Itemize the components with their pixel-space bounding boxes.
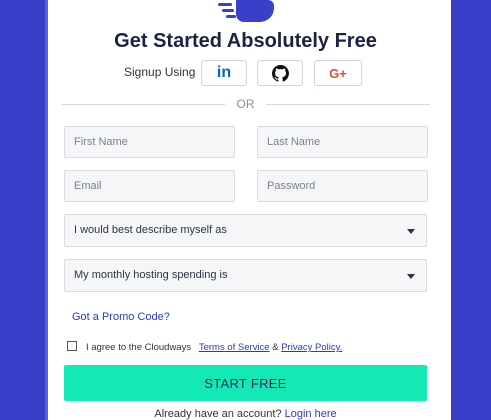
first-name-input[interactable] <box>64 126 235 158</box>
start-free-button[interactable]: START FREE <box>64 365 427 401</box>
linkedin-icon: in <box>216 64 232 81</box>
privacy-policy-link[interactable]: Privacy Policy. <box>281 342 342 353</box>
describe-yourself-value: I would best describe myself as <box>74 224 227 236</box>
google-plus-signup-button[interactable]: G+ <box>314 60 362 86</box>
google-plus-icon: G+ <box>329 65 347 81</box>
github-signup-button[interactable] <box>257 60 303 86</box>
terms-agreement-row: I agree to the Cloudways Terms of Servic… <box>67 341 342 353</box>
hosting-spending-select[interactable]: My monthly hosting spending is <box>64 259 427 292</box>
login-link[interactable]: Login here <box>285 408 337 420</box>
cloud-logo-icon <box>218 0 274 22</box>
describe-yourself-select[interactable]: I would best describe myself as <box>64 214 427 247</box>
page-title: Get Started Absolutely Free <box>114 30 377 52</box>
terms-ampersand: & <box>272 342 279 353</box>
terms-of-service-link[interactable]: Terms of Service <box>199 342 270 353</box>
or-label: OR <box>236 97 255 111</box>
login-prompt-row: Already have an account? Login here <box>0 408 491 420</box>
login-prompt-text: Already have an account? <box>154 408 282 420</box>
github-icon <box>258 61 302 85</box>
email-input[interactable] <box>64 170 235 202</box>
terms-checkbox[interactable] <box>67 341 77 351</box>
password-input[interactable] <box>257 170 428 202</box>
terms-prefix-text: I agree to the Cloudways <box>86 342 192 353</box>
chevron-down-icon <box>407 229 415 234</box>
promo-code-link[interactable]: Got a Promo Code? <box>72 311 170 323</box>
signup-card <box>45 0 451 420</box>
linkedin-signup-button[interactable]: in <box>201 60 247 86</box>
last-name-input[interactable] <box>257 126 428 158</box>
chevron-down-icon <box>407 274 415 279</box>
or-divider: OR <box>61 97 430 111</box>
signup-using-label: Signup Using <box>124 65 196 79</box>
hosting-spending-value: My monthly hosting spending is <box>74 269 228 281</box>
